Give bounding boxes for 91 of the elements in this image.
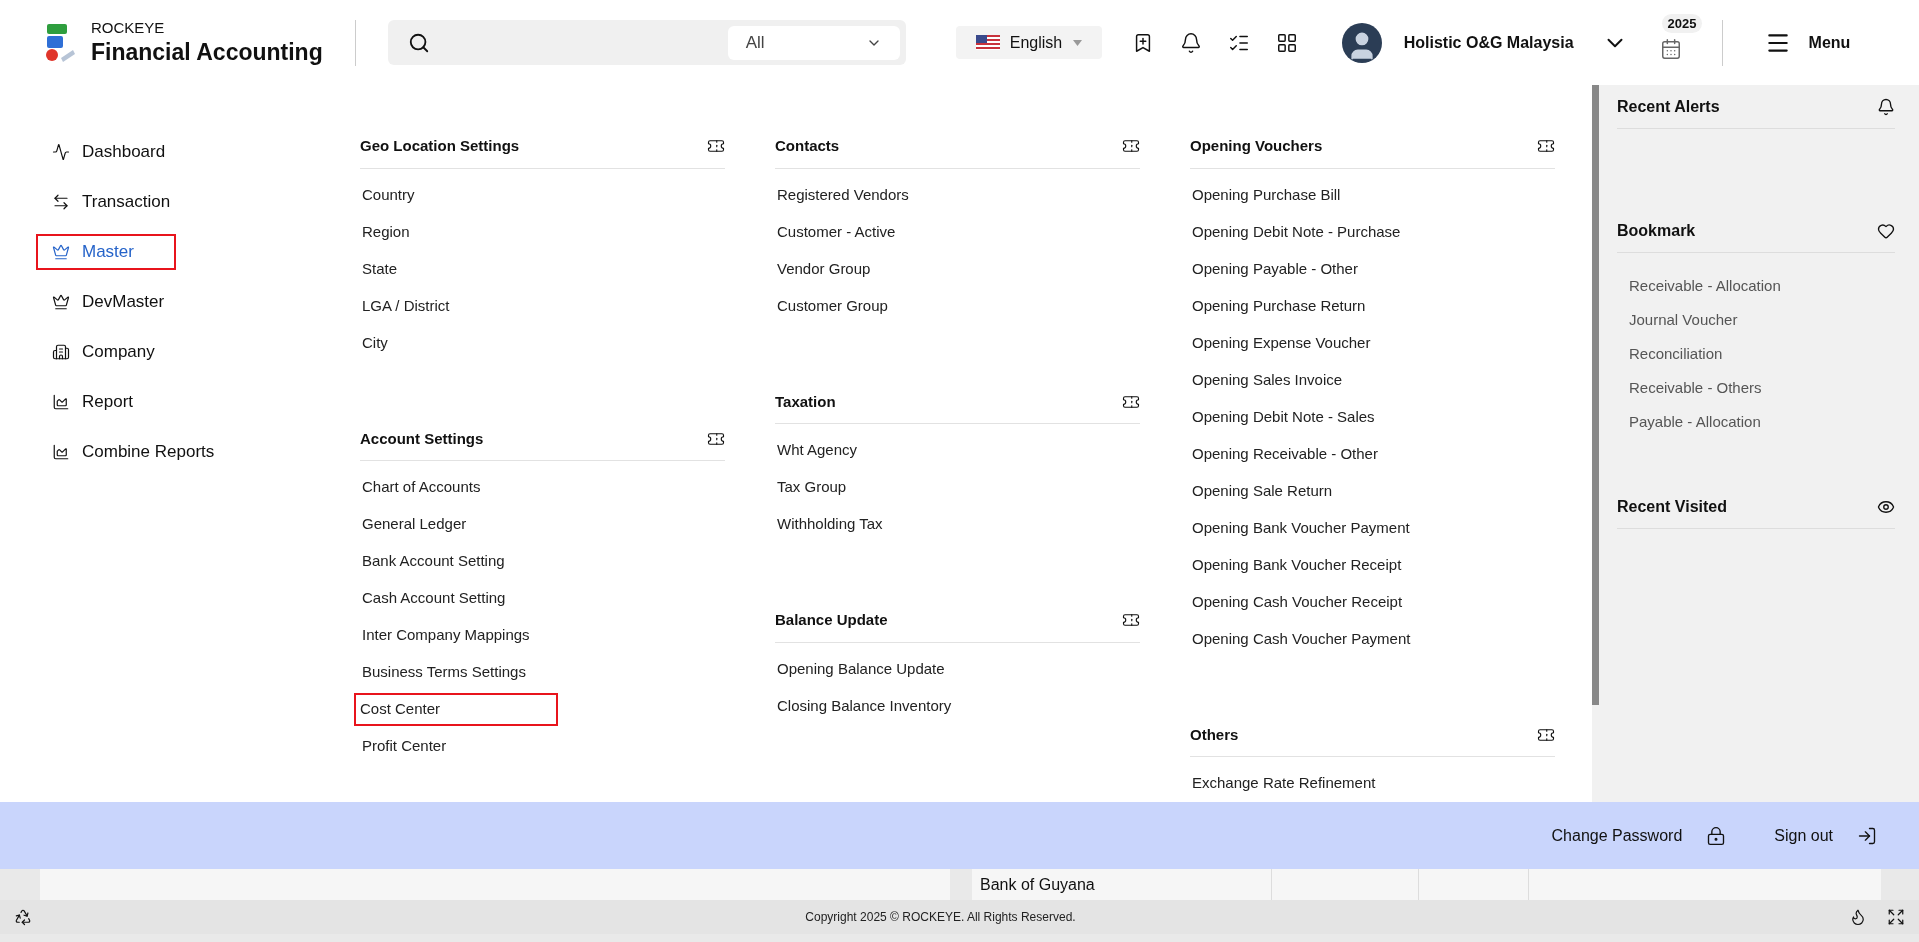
user-name: Holistic O&G Malaysia <box>1403 32 1574 53</box>
language-select[interactable]: English <box>955 26 1102 59</box>
menu-link[interactable]: Opening Expense Voucher <box>1190 326 1555 360</box>
flame-icon[interactable] <box>1849 908 1867 926</box>
section-title: Account Settings <box>360 428 484 449</box>
logo-icon <box>45 21 77 64</box>
menu-link[interactable]: Opening Sale Return <box>1190 474 1555 508</box>
recycle-icon[interactable] <box>14 908 32 926</box>
account-action[interactable]: Change Password <box>1551 823 1727 848</box>
user-avatar[interactable] <box>1341 22 1382 63</box>
bookmark-link[interactable]: Receivable - Others <box>1629 371 1895 405</box>
menu-link[interactable]: Country <box>360 178 725 212</box>
menu-link[interactable]: Cash Account Setting <box>360 582 725 615</box>
copyright-text: Copyright 2025 © ROCKEYE. All Rights Reserved. <box>805 909 1076 926</box>
menu-button[interactable]: Menu <box>1764 29 1851 56</box>
menu-link[interactable]: Opening Bank Voucher Payment <box>1190 511 1555 545</box>
bell-icon[interactable] <box>1179 31 1202 54</box>
account-action[interactable]: Sign out <box>1774 823 1877 848</box>
chart-icon <box>52 393 70 411</box>
crown-icon <box>52 243 70 261</box>
menu-link[interactable]: Exchange Rate Refinement <box>1190 767 1555 800</box>
search-field[interactable]: All <box>387 20 906 65</box>
panel-title: Recent Alerts <box>1617 96 1720 117</box>
menu-link[interactable]: Opening Balance Update <box>775 652 1140 686</box>
building-icon <box>52 343 70 361</box>
sidebar-item[interactable]: Transaction <box>36 184 256 220</box>
section-title: Contacts <box>775 136 840 156</box>
sidebar-item[interactable]: Master <box>36 234 176 270</box>
menu-link[interactable]: Inter Company Mappings <box>360 619 725 652</box>
sidebar-item[interactable]: Combine Reports <box>36 434 256 470</box>
sidebar-item[interactable]: DevMaster <box>36 284 256 320</box>
lock-icon <box>1706 825 1727 846</box>
sign-out-icon <box>1857 825 1877 846</box>
section-title: Balance Update <box>775 610 888 630</box>
bookmark-link[interactable]: Journal Voucher <box>1629 303 1895 337</box>
search-icon <box>407 31 430 54</box>
menu-link[interactable]: Opening Debit Note - Purchase <box>1190 215 1555 249</box>
menu-link[interactable]: Tax Group <box>775 471 1140 504</box>
menu-link[interactable]: Chart of Accounts <box>360 471 725 504</box>
bookmark-link[interactable]: Reconciliation <box>1629 337 1895 371</box>
menu-link[interactable]: Opening Bank Voucher Receipt <box>1190 548 1555 582</box>
menu-link[interactable]: Closing Balance Inventory <box>775 689 1140 723</box>
menu-link[interactable]: Opening Purchase Return <box>1190 289 1555 323</box>
menu-link[interactable]: Opening Cash Voucher Payment <box>1190 622 1555 656</box>
section-title: Others <box>1190 724 1239 745</box>
bookmark-link[interactable]: Payable - Allocation <box>1629 405 1895 439</box>
flag-icon <box>975 35 1000 50</box>
crown-icon <box>52 293 70 311</box>
chart-icon <box>52 443 70 461</box>
panel-title: Bookmark <box>1617 220 1696 241</box>
menu-link[interactable]: Bank Account Setting <box>360 545 725 578</box>
menu-link[interactable]: Region <box>360 215 725 249</box>
menu-link[interactable]: Opening Cash Voucher Receipt <box>1190 585 1555 619</box>
product-name: Financial Accounting <box>91 37 323 67</box>
year-badge: 2025 <box>1661 13 1703 33</box>
menu-link[interactable]: Business Terms Settings <box>360 656 725 689</box>
arrows-icon <box>52 193 70 211</box>
fullscreen-icon[interactable] <box>1887 908 1905 926</box>
menu-link[interactable]: Vendor Group <box>775 252 1140 286</box>
sidebar-item[interactable]: Report <box>36 384 256 420</box>
menu-link[interactable]: Profit Center <box>360 730 725 763</box>
grid-icon[interactable] <box>1275 31 1298 54</box>
bookmark-link[interactable]: Receivable - Allocation <box>1629 269 1895 303</box>
menu-link[interactable]: Cost Center <box>354 693 558 726</box>
panel-title: Recent Visited <box>1617 496 1727 517</box>
menu-link[interactable]: State <box>360 252 725 286</box>
sidebar-item[interactable]: Dashboard <box>36 134 256 170</box>
trend-icon <box>52 143 70 161</box>
menu-link[interactable]: Opening Payable - Other <box>1190 252 1555 286</box>
menu-link[interactable]: LGA / District <box>360 289 725 323</box>
menu-link[interactable]: Registered Vendors <box>775 178 1140 212</box>
sidebar-item[interactable]: Company <box>36 334 256 370</box>
menu-link[interactable]: Opening Sales Invoice <box>1190 363 1555 397</box>
menu-link[interactable]: City <box>360 326 725 360</box>
menu-link[interactable]: Opening Purchase Bill <box>1190 178 1555 212</box>
section-title: Geo Location Settings <box>360 136 520 156</box>
calendar-icon[interactable] <box>1659 37 1682 60</box>
filter-dropdown[interactable]: All <box>727 25 900 60</box>
menu-link[interactable]: General Ledger <box>360 508 725 541</box>
section-title: Opening Vouchers <box>1190 136 1323 156</box>
section-title: Taxation <box>775 391 836 412</box>
menu-link[interactable]: Opening Receivable - Other <box>1190 437 1555 471</box>
menu-link[interactable]: Wht Agency <box>775 434 1140 467</box>
menu-link[interactable]: Customer Group <box>775 289 1140 323</box>
heart-icon <box>1877 221 1895 240</box>
menu-link[interactable]: Withholding Tax <box>775 508 1140 541</box>
bell-icon <box>1877 97 1895 116</box>
caret-icon <box>1072 39 1082 46</box>
company-name: ROCKEYE <box>91 18 166 38</box>
menu-link[interactable]: Customer - Active <box>775 215 1140 249</box>
menu-link[interactable]: Opening Debit Note - Sales <box>1190 400 1555 434</box>
